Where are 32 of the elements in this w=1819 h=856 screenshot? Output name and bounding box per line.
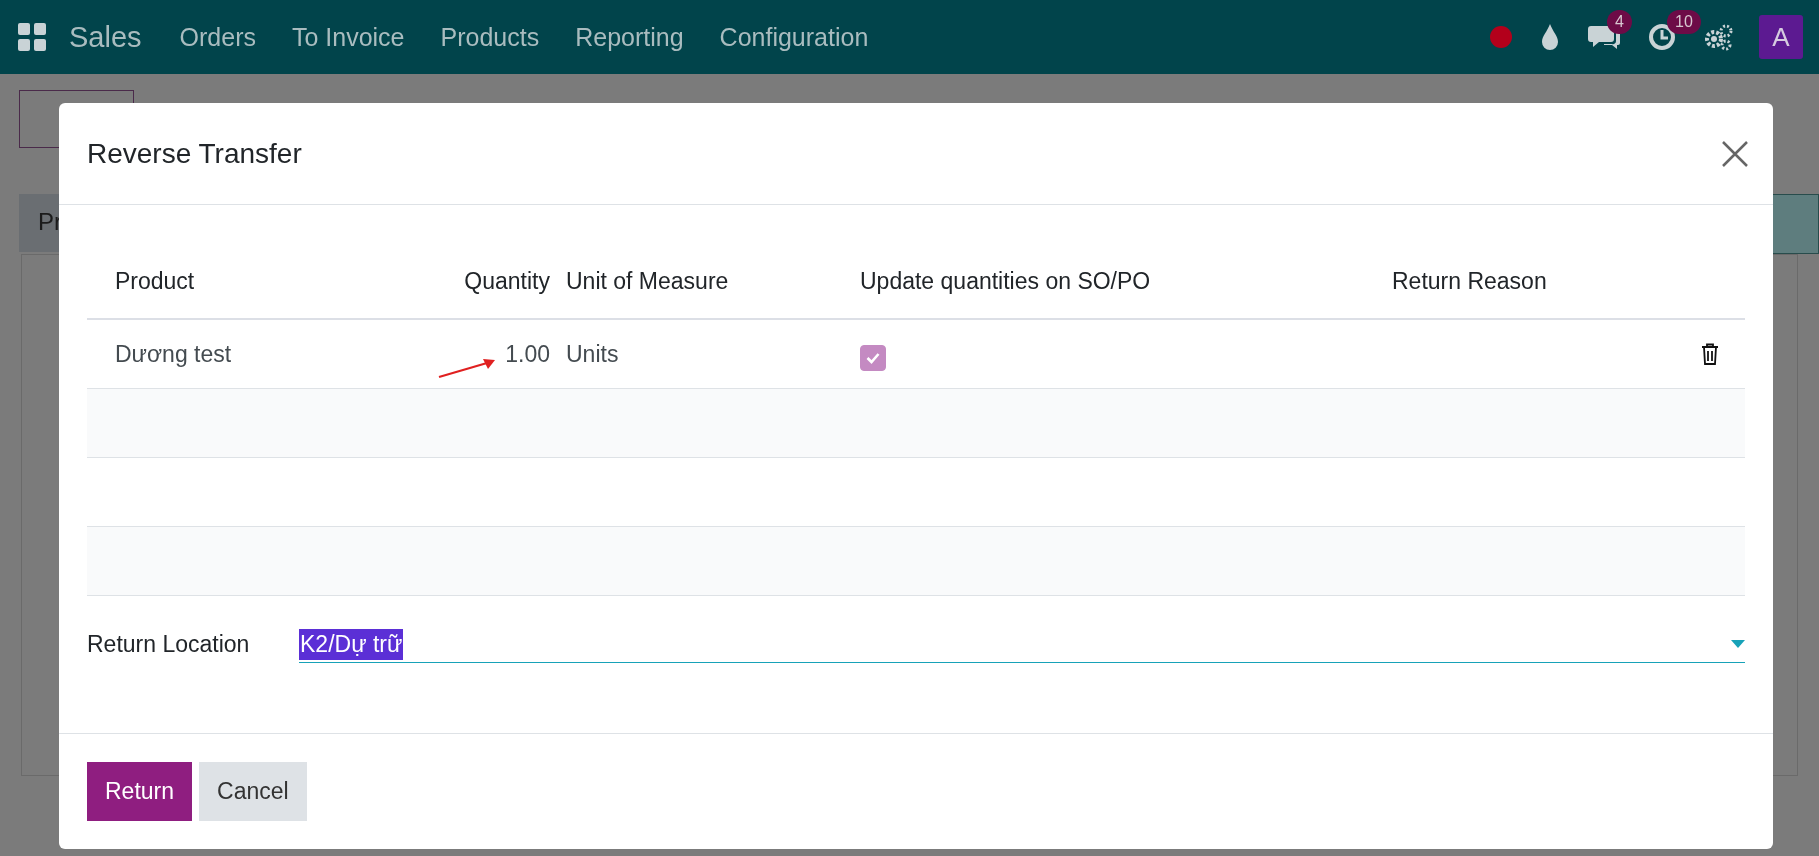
menu-item[interactable]: Orders [179,22,256,52]
checkbox[interactable] [860,345,886,371]
column-header[interactable]: Quantity [464,268,550,295]
user-avatar[interactable]: A [1759,15,1803,59]
gears-icon[interactable] [1703,23,1733,51]
table-cell: Units [566,340,619,368]
apps-menu-icon[interactable] [17,22,47,52]
arrow-drawing [438,359,495,379]
column-header[interactable]: Unit of Measure [566,268,729,295]
menu-item[interactable]: Configuration [719,22,869,52]
column-header[interactable]: Product [115,268,195,295]
menu-item[interactable]: Reporting [575,22,684,52]
notification-badge: 4 [1607,10,1632,34]
drop-icon[interactable] [1539,23,1561,51]
cancel-button[interactable]: Cancel [199,762,307,821]
check-icon [866,352,880,364]
location-select[interactable]: K2/Dự trữ [299,626,1745,663]
app-name[interactable]: Sales [69,20,142,54]
caret-icon [1731,640,1745,648]
column-header[interactable]: Return Reason [1392,268,1547,295]
notification-badge: 10 [1667,10,1701,34]
clock-icon[interactable] [1647,22,1677,52]
menu-item[interactable]: Products [440,22,540,52]
trash-icon[interactable] [1701,343,1719,365]
field-label: Return Location [87,631,251,658]
table-cell: 1.00 [505,340,550,368]
dialog-title: Reverse Transfer [87,137,302,170]
return-button[interactable]: Return [87,762,193,821]
menu-item[interactable]: To Invoice [291,22,405,52]
column-header[interactable]: Update quantities on SO/PO [860,268,1151,295]
table-cell: Dương test [115,340,232,368]
close-icon[interactable] [1721,139,1749,168]
